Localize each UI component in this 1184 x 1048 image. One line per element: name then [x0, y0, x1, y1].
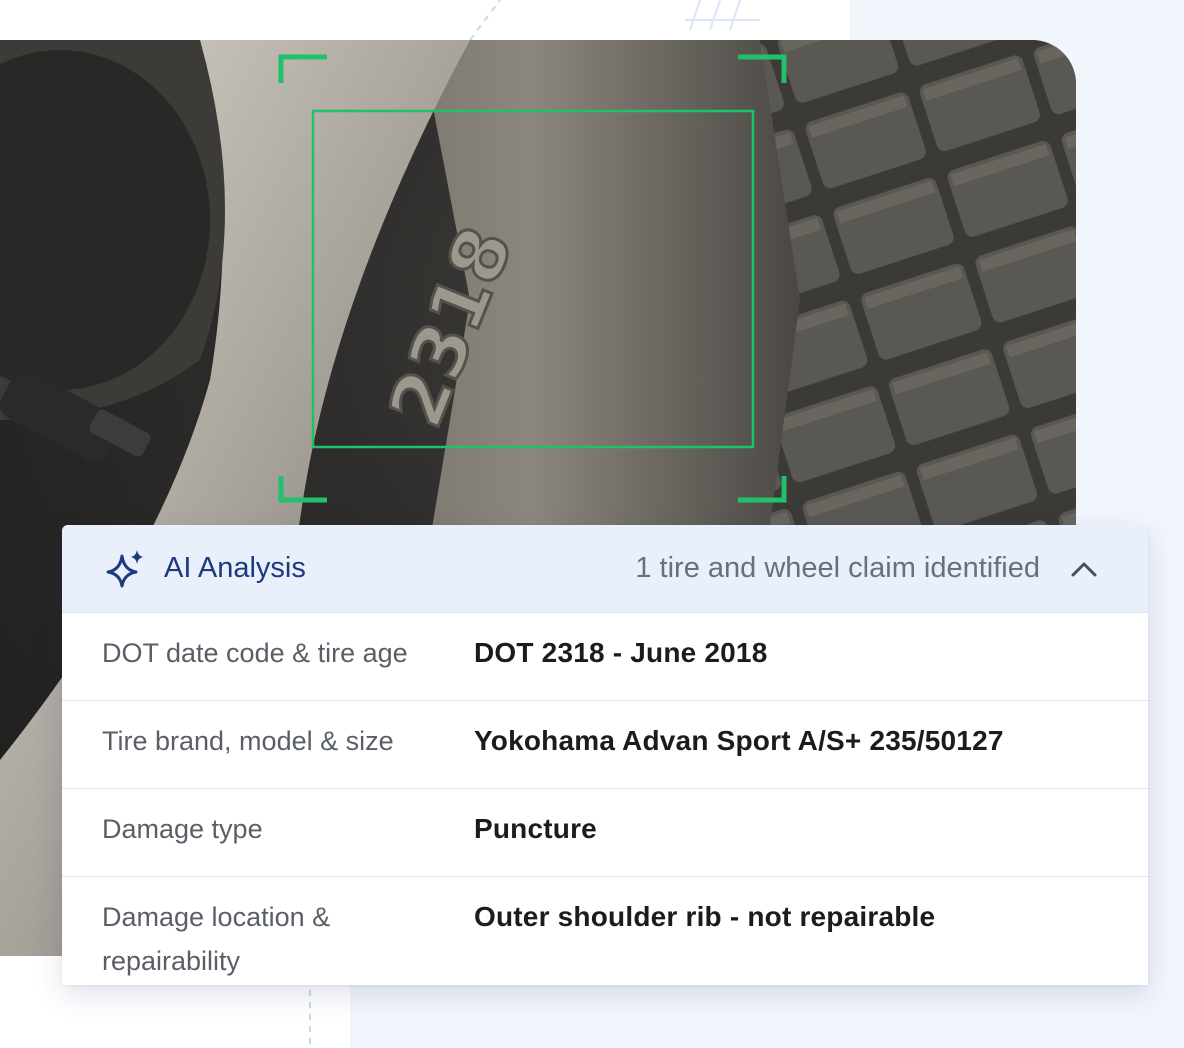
sparkle-icon — [104, 548, 146, 590]
collapse-button[interactable] — [1064, 549, 1104, 589]
analysis-row-tire-brand: Tire brand, model & size Yokohama Advan … — [62, 701, 1148, 789]
row-value: Yokohama Advan Sport A/S+ 235/50127 — [474, 725, 1004, 756]
row-value: DOT 2318 - June 2018 — [474, 637, 768, 668]
ai-analysis-panel: AI Analysis 1 tire and wheel claim ident… — [62, 525, 1148, 985]
analysis-row-damage-type: Damage type Puncture — [62, 789, 1148, 877]
row-value: Puncture — [474, 813, 597, 844]
analysis-row-damage-location: Damage location & repairability Outer sh… — [62, 877, 1148, 985]
row-label: DOT date code & tire age — [102, 638, 408, 668]
analysis-row-dot-code: DOT date code & tire age DOT 2318 - June… — [62, 613, 1148, 701]
row-label: Damage type — [102, 814, 263, 844]
row-label: Tire brand, model & size — [102, 726, 394, 756]
ai-analysis-header[interactable]: AI Analysis 1 tire and wheel claim ident… — [62, 525, 1148, 613]
chevron-up-icon — [1071, 562, 1097, 576]
claim-summary: 1 tire and wheel claim identified — [635, 552, 1040, 584]
row-value: Outer shoulder rib - not repairable — [474, 901, 936, 932]
row-label: Damage location & repairability — [102, 902, 331, 976]
panel-title: AI Analysis — [164, 552, 306, 584]
